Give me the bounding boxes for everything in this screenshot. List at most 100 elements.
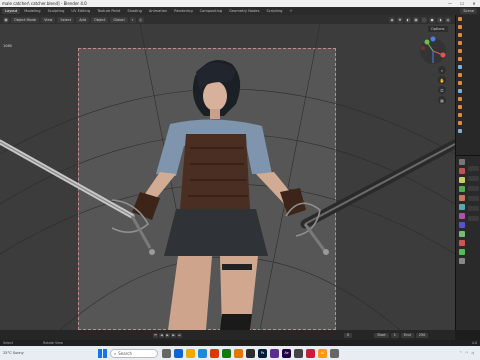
tab-texture-paint[interactable]: Texture Paint: [94, 8, 123, 14]
rendered-shading-icon[interactable]: ◍: [445, 16, 451, 23]
photoshop-icon[interactable]: Ps: [258, 348, 267, 358]
start-button[interactable]: [98, 348, 107, 358]
view-menu[interactable]: View: [41, 16, 56, 23]
outliner-row[interactable]: [456, 63, 480, 71]
property-field[interactable]: [468, 186, 479, 191]
object-tab-icon[interactable]: [459, 213, 465, 219]
camera-icon[interactable]: ⎚: [438, 86, 446, 94]
particles-tab-icon[interactable]: [459, 231, 465, 237]
app-icon[interactable]: [306, 348, 315, 358]
outliner-row[interactable]: [456, 127, 480, 135]
outliner-row[interactable]: [456, 71, 480, 79]
editor-type-icon[interactable]: ▦: [3, 16, 9, 23]
options-button[interactable]: Options: [428, 26, 448, 32]
property-field[interactable]: [468, 216, 479, 221]
wireframe-shading-icon[interactable]: ○: [421, 16, 427, 23]
xray-icon[interactable]: ▣: [413, 16, 419, 23]
outliner-row[interactable]: [456, 79, 480, 87]
gizmo-icon[interactable]: ✥: [397, 16, 403, 23]
render-tab-icon[interactable]: [459, 168, 465, 174]
world-tab-icon[interactable]: [459, 204, 465, 210]
property-field[interactable]: [468, 166, 479, 171]
solid-shading-icon[interactable]: ●: [429, 16, 435, 23]
tab-compositing[interactable]: Compositing: [197, 8, 226, 14]
pan-icon[interactable]: ✋: [438, 76, 446, 84]
3d-viewport[interactable]: 1080 Options ⌕ ✋ ⎚ ▦: [0, 24, 455, 330]
mode-dropdown[interactable]: Object Mode: [11, 16, 40, 23]
wifi-icon[interactable]: ◠: [465, 351, 468, 355]
transform-orientation-dropdown[interactable]: Global: [110, 16, 128, 23]
after-effects-icon[interactable]: Ae: [282, 348, 291, 358]
volume-icon[interactable]: ◁: [471, 351, 474, 355]
prev-keyframe-icon[interactable]: ◀: [159, 332, 164, 338]
property-field[interactable]: [468, 206, 479, 211]
outliner-row[interactable]: [456, 15, 480, 23]
modifier-tab-icon[interactable]: [459, 222, 465, 228]
minimize-button[interactable]: —: [444, 1, 456, 6]
file-explorer-icon[interactable]: [186, 348, 195, 358]
select-menu[interactable]: Select: [57, 16, 75, 23]
outliner-row[interactable]: [456, 95, 480, 103]
outliner-row[interactable]: [456, 23, 480, 31]
navigation-gizmo[interactable]: [418, 36, 448, 66]
tab-rendering[interactable]: Rendering: [171, 8, 195, 14]
tab-modeling[interactable]: Modeling: [21, 8, 43, 14]
add-workspace-button[interactable]: +: [286, 8, 295, 14]
jump-start-icon[interactable]: ⏮: [153, 332, 158, 338]
tool-tab-icon[interactable]: [459, 159, 465, 165]
app-icon[interactable]: [246, 348, 255, 358]
chevron-up-icon[interactable]: ⌃: [459, 351, 462, 355]
outliner-row[interactable]: [456, 55, 480, 63]
blender-icon[interactable]: [234, 348, 243, 358]
tab-uv-editing[interactable]: UV Editing: [68, 8, 93, 14]
output-tab-icon[interactable]: [459, 177, 465, 183]
material-shading-icon[interactable]: ◑: [437, 16, 443, 23]
task-view-icon[interactable]: [162, 348, 171, 358]
outliner-row[interactable]: [456, 31, 480, 39]
end-frame-field[interactable]: 250: [415, 332, 429, 338]
outliner-row[interactable]: [456, 119, 480, 127]
start-frame-field[interactable]: 1: [390, 332, 400, 338]
overlay-icon[interactable]: ◐: [405, 16, 411, 23]
maximize-button[interactable]: ☐: [456, 1, 468, 6]
jump-end-icon[interactable]: ⏭: [177, 332, 182, 338]
tab-layout[interactable]: Layout: [2, 8, 21, 14]
app-icon[interactable]: [222, 348, 231, 358]
illustrator-icon[interactable]: Ai: [318, 348, 327, 358]
weather-widget[interactable]: 25°C Sunny: [0, 351, 60, 355]
current-frame-field[interactable]: 0: [344, 332, 353, 338]
tab-shading[interactable]: Shading: [124, 8, 145, 14]
scene-tab-icon[interactable]: [459, 195, 465, 201]
proportional-edit-icon[interactable]: ◎: [137, 16, 144, 23]
tab-scripting[interactable]: Scripting: [263, 8, 285, 14]
grid-icon[interactable]: ▦: [438, 96, 446, 104]
visibility-icon[interactable]: ◉: [389, 16, 395, 23]
app-icon[interactable]: [270, 348, 279, 358]
property-field[interactable]: [468, 196, 479, 201]
store-icon[interactable]: [198, 348, 207, 358]
tab-geometry-nodes[interactable]: Geometry Nodes: [226, 8, 262, 14]
taskbar-search[interactable]: ⌕ Search: [110, 348, 158, 358]
data-tab-icon[interactable]: [459, 258, 465, 264]
constraints-tab-icon[interactable]: [459, 249, 465, 255]
outliner-row[interactable]: [456, 39, 480, 47]
scene-field[interactable]: Scene: [460, 8, 477, 14]
edge-icon[interactable]: [174, 348, 183, 358]
office-icon[interactable]: [210, 348, 219, 358]
tab-animation[interactable]: Animation: [146, 8, 170, 14]
outliner-row[interactable]: [456, 87, 480, 95]
next-keyframe-icon[interactable]: ▶: [171, 332, 176, 338]
add-menu[interactable]: Add: [76, 16, 89, 23]
property-field[interactable]: [468, 176, 479, 181]
outliner-row[interactable]: [456, 47, 480, 55]
play-icon[interactable]: ▶: [165, 332, 170, 338]
close-button[interactable]: ✕: [468, 1, 480, 6]
outliner-row[interactable]: [456, 111, 480, 119]
tab-sculpting[interactable]: Sculpting: [45, 8, 68, 14]
view-layer-tab-icon[interactable]: [459, 186, 465, 192]
app-icon[interactable]: [294, 348, 303, 358]
outliner-row[interactable]: [456, 103, 480, 111]
zoom-icon[interactable]: ⌕: [438, 66, 446, 74]
app-icon[interactable]: [330, 348, 339, 358]
object-menu[interactable]: Object: [90, 16, 109, 23]
